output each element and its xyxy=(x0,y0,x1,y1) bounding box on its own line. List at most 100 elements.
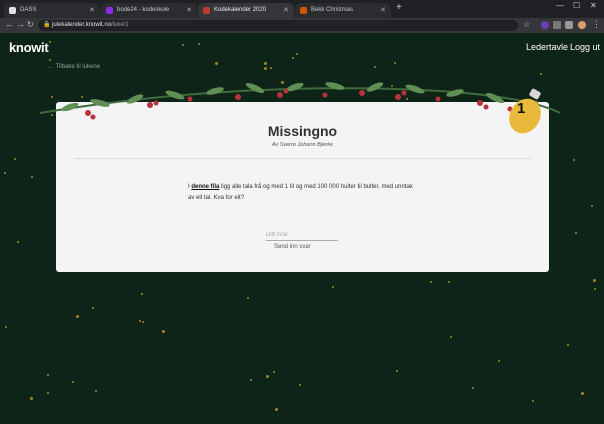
star-dot xyxy=(76,315,79,318)
browser-tab-kodekalender[interactable]: Kodekalender 2020 ✕ xyxy=(198,3,294,18)
star-dot xyxy=(266,375,269,378)
logout-link[interactable]: Logg ut xyxy=(570,42,600,52)
star-dot xyxy=(270,67,272,69)
star-dot xyxy=(591,205,593,207)
answer-input[interactable] xyxy=(266,230,338,241)
star-dot xyxy=(49,59,51,61)
browser-tab-bar: DASS ✕ bode24 - kodeskole ✕ Kodekalender… xyxy=(0,0,604,18)
star-dot xyxy=(264,67,267,70)
star-dot xyxy=(142,321,144,323)
puzzle-title: Missingno xyxy=(267,123,338,139)
tab-label: Bekk Christmas xyxy=(311,7,354,13)
extensions-puzzle-icon[interactable] xyxy=(565,21,573,29)
star-dot xyxy=(247,297,249,299)
star-dot xyxy=(581,392,584,395)
lock-icon: 🔒 xyxy=(43,22,51,28)
maximize-icon[interactable]: ☐ xyxy=(573,1,580,10)
bode24-favicon-icon xyxy=(106,7,113,14)
star-dot xyxy=(162,330,165,333)
star-dot xyxy=(275,408,278,411)
star-dot xyxy=(92,307,94,309)
dass-favicon-icon xyxy=(9,7,16,14)
tab-label: DASS xyxy=(20,7,37,13)
extension-icon[interactable] xyxy=(553,21,561,29)
back-to-calendar-link[interactable]: ← Tilbake til lukene xyxy=(48,64,100,70)
tab-label: Kodekalender 2020 xyxy=(214,7,267,13)
star-dot xyxy=(567,344,569,346)
leaderboard-link[interactable]: Ledertavle xyxy=(526,42,568,52)
star-dot xyxy=(198,43,200,45)
divider xyxy=(74,158,531,159)
day-number: 1 xyxy=(517,100,526,117)
star-dot xyxy=(47,374,49,376)
kodekalender-favicon-icon xyxy=(203,7,210,14)
star-dot xyxy=(273,371,275,373)
minimize-icon[interactable]: — xyxy=(556,1,564,10)
tab-label: bode24 - kodeskole xyxy=(117,7,170,13)
browser-tab-bode24[interactable]: bode24 - kodeskole ✕ xyxy=(101,3,197,18)
close-tab-icon[interactable]: ✕ xyxy=(283,3,289,18)
profile-avatar[interactable] xyxy=(578,21,586,29)
star-dot xyxy=(332,286,334,288)
star-dot xyxy=(264,62,267,65)
puzzle-author: Av Sverre Johann Bjørke xyxy=(271,142,334,148)
forward-icon[interactable]: → xyxy=(16,19,25,29)
star-dot xyxy=(532,400,534,402)
star-dot xyxy=(141,293,143,295)
close-tab-icon[interactable]: ✕ xyxy=(186,3,192,18)
star-dot xyxy=(296,53,298,55)
reload-icon[interactable]: ↻ xyxy=(27,20,34,29)
star-dot xyxy=(292,57,294,59)
star-dot xyxy=(575,232,577,234)
star-dot xyxy=(5,326,7,328)
page-content: knowit Ledertavle Logg ut ← Tilbake til … xyxy=(0,33,604,424)
star-dot xyxy=(49,41,51,43)
star-dot xyxy=(72,381,74,383)
star-dot xyxy=(299,384,301,386)
url-path: /luke/1 xyxy=(111,22,129,28)
star-dot xyxy=(594,288,596,290)
star-dot xyxy=(215,62,218,65)
star-dot xyxy=(573,159,575,161)
star-dot xyxy=(394,62,396,64)
url-bar[interactable]: 🔒 julekalender.knowit.no/luke/1 xyxy=(38,20,518,31)
description-text: I xyxy=(188,184,190,190)
url-host: julekalender.knowit.no xyxy=(52,22,112,28)
star-dot xyxy=(498,360,500,362)
close-tab-icon[interactable]: ✕ xyxy=(89,3,95,18)
close-tab-icon[interactable]: ✕ xyxy=(380,3,386,18)
star-dot xyxy=(30,397,33,400)
puzzle-card: Missingno Av Sverre Johann Bjørke I denn… xyxy=(56,102,549,272)
mistletoe-garland-decoration xyxy=(40,82,560,120)
star-dot xyxy=(182,44,184,46)
submit-answer-button[interactable]: Send inn svar xyxy=(274,244,311,250)
star-dot xyxy=(374,66,376,68)
star-dot xyxy=(396,370,398,372)
browser-tab-bekk-christmas[interactable]: Bekk Christmas ✕ xyxy=(295,3,391,18)
puzzle-description: I denne fila ligg alle tala frå og med 1… xyxy=(188,182,418,204)
star-dot xyxy=(14,158,16,160)
star-dot xyxy=(430,281,432,283)
browser-toolbar: ← → ↻ 🔒 julekalender.knowit.no/luke/1 ☆ … xyxy=(0,18,604,33)
back-icon[interactable]: ← xyxy=(5,19,14,29)
star-dot xyxy=(31,176,33,178)
menu-kebab-icon[interactable]: ⋮ xyxy=(592,19,601,30)
browser-tab-dass[interactable]: DASS ✕ xyxy=(4,3,100,18)
extension-icon[interactable] xyxy=(541,21,549,29)
star-dot xyxy=(593,279,596,282)
input-file-link[interactable]: denne fila xyxy=(191,184,219,190)
star-dot xyxy=(472,387,474,389)
star-dot xyxy=(95,390,97,392)
star-dot xyxy=(450,336,452,338)
knowit-logo[interactable]: knowit xyxy=(9,40,49,55)
new-tab-icon[interactable]: + xyxy=(396,2,402,13)
star-dot xyxy=(250,379,252,381)
star-dot xyxy=(448,281,450,283)
star-dot xyxy=(139,320,141,322)
description-text: ligg alle tala frå og med 1 til og med 1… xyxy=(188,184,413,201)
star-dot xyxy=(4,172,6,174)
close-window-icon[interactable]: ✕ xyxy=(590,1,597,10)
star-dot xyxy=(47,392,49,394)
bookmark-star-icon[interactable]: ☆ xyxy=(523,20,530,29)
bekk-favicon-icon xyxy=(300,7,307,14)
